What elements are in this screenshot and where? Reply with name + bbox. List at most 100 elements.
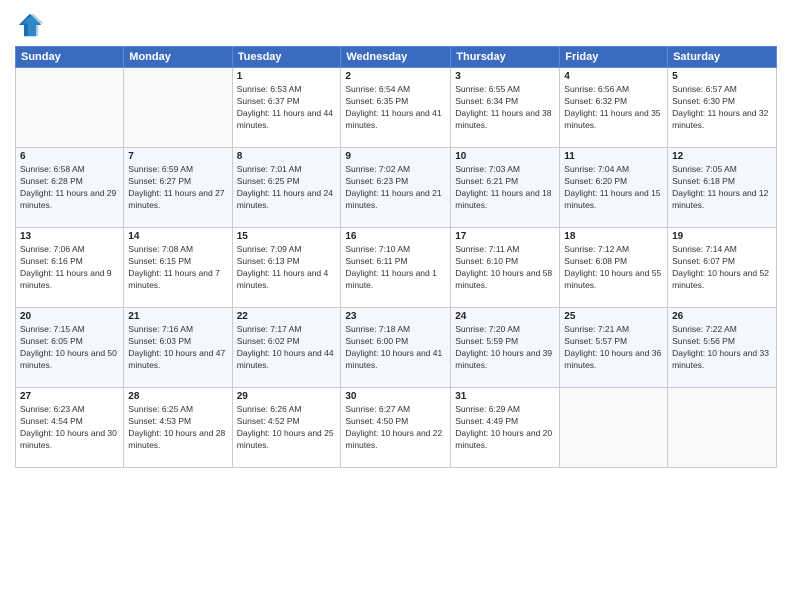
sunset-time: Sunset: 6:25 PM xyxy=(237,176,300,186)
day-info: Sunrise: 7:08 AM Sunset: 6:15 PM Dayligh… xyxy=(128,244,227,292)
calendar-cell: 5 Sunrise: 6:57 AM Sunset: 6:30 PM Dayli… xyxy=(668,68,777,148)
calendar-cell: 3 Sunrise: 6:55 AM Sunset: 6:34 PM Dayli… xyxy=(451,68,560,148)
col-thursday: Thursday xyxy=(451,47,560,68)
sunrise-time: Sunrise: 7:08 AM xyxy=(128,244,193,254)
daylight-hours: Daylight: 11 hours and 44 minutes. xyxy=(237,108,333,130)
day-info: Sunrise: 6:27 AM Sunset: 4:50 PM Dayligh… xyxy=(345,404,446,452)
calendar-cell: 11 Sunrise: 7:04 AM Sunset: 6:20 PM Dayl… xyxy=(560,148,668,228)
sunrise-time: Sunrise: 6:56 AM xyxy=(564,84,629,94)
calendar-header-row: Sunday Monday Tuesday Wednesday Thursday… xyxy=(16,47,777,68)
sunrise-time: Sunrise: 7:06 AM xyxy=(20,244,85,254)
sunset-time: Sunset: 6:34 PM xyxy=(455,96,518,106)
day-number: 3 xyxy=(455,71,555,82)
daylight-hours: Daylight: 11 hours and 1 minute. xyxy=(345,268,437,290)
sunset-time: Sunset: 6:16 PM xyxy=(20,256,83,266)
sunset-time: Sunset: 6:05 PM xyxy=(20,336,83,346)
sunset-time: Sunset: 5:56 PM xyxy=(672,336,735,346)
daylight-hours: Daylight: 10 hours and 55 minutes. xyxy=(564,268,661,290)
calendar-week-row: 1 Sunrise: 6:53 AM Sunset: 6:37 PM Dayli… xyxy=(16,68,777,148)
daylight-hours: Daylight: 10 hours and 44 minutes. xyxy=(237,348,334,370)
sunset-time: Sunset: 4:50 PM xyxy=(345,416,408,426)
daylight-hours: Daylight: 10 hours and 25 minutes. xyxy=(237,428,334,450)
day-info: Sunrise: 7:16 AM Sunset: 6:03 PM Dayligh… xyxy=(128,324,227,372)
sunset-time: Sunset: 6:27 PM xyxy=(128,176,191,186)
col-tuesday: Tuesday xyxy=(232,47,341,68)
col-sunday: Sunday xyxy=(16,47,124,68)
daylight-hours: Daylight: 11 hours and 9 minutes. xyxy=(20,268,112,290)
calendar-cell: 1 Sunrise: 6:53 AM Sunset: 6:37 PM Dayli… xyxy=(232,68,341,148)
day-number: 24 xyxy=(455,311,555,322)
day-info: Sunrise: 6:56 AM Sunset: 6:32 PM Dayligh… xyxy=(564,84,663,132)
sunset-time: Sunset: 6:08 PM xyxy=(564,256,627,266)
day-number: 26 xyxy=(672,311,772,322)
sunrise-time: Sunrise: 6:53 AM xyxy=(237,84,302,94)
calendar-cell: 17 Sunrise: 7:11 AM Sunset: 6:10 PM Dayl… xyxy=(451,228,560,308)
sunrise-time: Sunrise: 6:59 AM xyxy=(128,164,193,174)
day-info: Sunrise: 7:02 AM Sunset: 6:23 PM Dayligh… xyxy=(345,164,446,212)
day-number: 20 xyxy=(20,311,119,322)
daylight-hours: Daylight: 11 hours and 12 minutes. xyxy=(672,188,768,210)
sunrise-time: Sunrise: 7:04 AM xyxy=(564,164,629,174)
daylight-hours: Daylight: 10 hours and 47 minutes. xyxy=(128,348,225,370)
day-info: Sunrise: 6:26 AM Sunset: 4:52 PM Dayligh… xyxy=(237,404,337,452)
calendar-cell: 28 Sunrise: 6:25 AM Sunset: 4:53 PM Dayl… xyxy=(124,388,232,468)
sunrise-time: Sunrise: 6:26 AM xyxy=(237,404,302,414)
daylight-hours: Daylight: 10 hours and 20 minutes. xyxy=(455,428,552,450)
calendar-cell: 23 Sunrise: 7:18 AM Sunset: 6:00 PM Dayl… xyxy=(341,308,451,388)
calendar-cell: 22 Sunrise: 7:17 AM Sunset: 6:02 PM Dayl… xyxy=(232,308,341,388)
day-number: 31 xyxy=(455,391,555,402)
calendar-cell: 27 Sunrise: 6:23 AM Sunset: 4:54 PM Dayl… xyxy=(16,388,124,468)
day-number: 30 xyxy=(345,391,446,402)
sunset-time: Sunset: 6:20 PM xyxy=(564,176,627,186)
calendar-cell: 26 Sunrise: 7:22 AM Sunset: 5:56 PM Dayl… xyxy=(668,308,777,388)
day-number: 5 xyxy=(672,71,772,82)
calendar-cell: 16 Sunrise: 7:10 AM Sunset: 6:11 PM Dayl… xyxy=(341,228,451,308)
daylight-hours: Daylight: 11 hours and 32 minutes. xyxy=(672,108,768,130)
day-number: 29 xyxy=(237,391,337,402)
calendar-cell: 15 Sunrise: 7:09 AM Sunset: 6:13 PM Dayl… xyxy=(232,228,341,308)
sunset-time: Sunset: 6:28 PM xyxy=(20,176,83,186)
daylight-hours: Daylight: 11 hours and 7 minutes. xyxy=(128,268,220,290)
day-number: 23 xyxy=(345,311,446,322)
sunrise-time: Sunrise: 7:20 AM xyxy=(455,324,520,334)
day-info: Sunrise: 6:59 AM Sunset: 6:27 PM Dayligh… xyxy=(128,164,227,212)
day-info: Sunrise: 7:11 AM Sunset: 6:10 PM Dayligh… xyxy=(455,244,555,292)
sunrise-time: Sunrise: 7:02 AM xyxy=(345,164,410,174)
daylight-hours: Daylight: 11 hours and 38 minutes. xyxy=(455,108,551,130)
sunset-time: Sunset: 6:15 PM xyxy=(128,256,191,266)
sunrise-time: Sunrise: 7:01 AM xyxy=(237,164,302,174)
calendar-cell xyxy=(16,68,124,148)
day-number: 28 xyxy=(128,391,227,402)
calendar-cell: 2 Sunrise: 6:54 AM Sunset: 6:35 PM Dayli… xyxy=(341,68,451,148)
sunrise-time: Sunrise: 6:57 AM xyxy=(672,84,737,94)
sunrise-time: Sunrise: 6:54 AM xyxy=(345,84,410,94)
sunset-time: Sunset: 6:23 PM xyxy=(345,176,408,186)
sunset-time: Sunset: 5:57 PM xyxy=(564,336,627,346)
calendar-cell: 18 Sunrise: 7:12 AM Sunset: 6:08 PM Dayl… xyxy=(560,228,668,308)
daylight-hours: Daylight: 10 hours and 52 minutes. xyxy=(672,268,769,290)
sunrise-time: Sunrise: 7:11 AM xyxy=(455,244,519,254)
day-info: Sunrise: 6:58 AM Sunset: 6:28 PM Dayligh… xyxy=(20,164,119,212)
sunset-time: Sunset: 6:10 PM xyxy=(455,256,518,266)
daylight-hours: Daylight: 10 hours and 50 minutes. xyxy=(20,348,117,370)
day-number: 11 xyxy=(564,151,663,162)
sunset-time: Sunset: 6:03 PM xyxy=(128,336,191,346)
day-number: 10 xyxy=(455,151,555,162)
day-number: 25 xyxy=(564,311,663,322)
day-number: 18 xyxy=(564,231,663,242)
day-info: Sunrise: 7:03 AM Sunset: 6:21 PM Dayligh… xyxy=(455,164,555,212)
day-info: Sunrise: 6:54 AM Sunset: 6:35 PM Dayligh… xyxy=(345,84,446,132)
day-number: 14 xyxy=(128,231,227,242)
sunset-time: Sunset: 4:54 PM xyxy=(20,416,83,426)
sunset-time: Sunset: 6:35 PM xyxy=(345,96,408,106)
day-number: 15 xyxy=(237,231,337,242)
daylight-hours: Daylight: 10 hours and 41 minutes. xyxy=(345,348,442,370)
day-number: 6 xyxy=(20,151,119,162)
sunset-time: Sunset: 6:21 PM xyxy=(455,176,518,186)
day-number: 22 xyxy=(237,311,337,322)
calendar-cell: 20 Sunrise: 7:15 AM Sunset: 6:05 PM Dayl… xyxy=(16,308,124,388)
day-info: Sunrise: 6:53 AM Sunset: 6:37 PM Dayligh… xyxy=(237,84,337,132)
day-number: 17 xyxy=(455,231,555,242)
day-info: Sunrise: 7:04 AM Sunset: 6:20 PM Dayligh… xyxy=(564,164,663,212)
sunset-time: Sunset: 6:00 PM xyxy=(345,336,408,346)
